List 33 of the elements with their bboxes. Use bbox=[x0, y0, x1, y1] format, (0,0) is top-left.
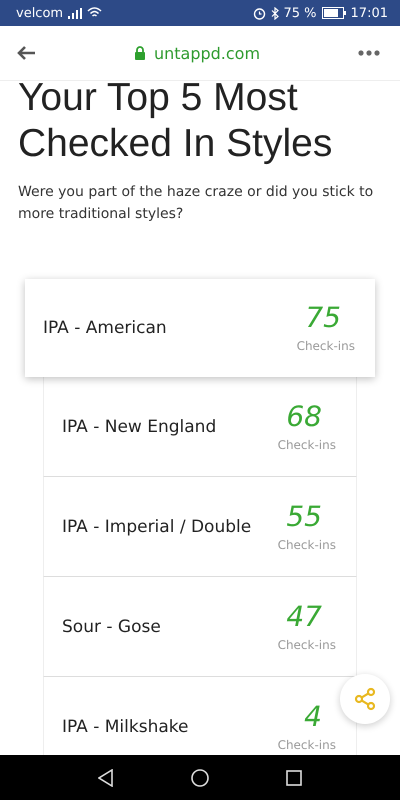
wifi-icon bbox=[87, 7, 102, 19]
style-name: IPA - Imperial / Double bbox=[62, 516, 252, 536]
battery-percent: 75 % bbox=[284, 6, 317, 20]
share-icon bbox=[353, 687, 377, 711]
carrier: velcom bbox=[16, 6, 64, 20]
style-name: Sour - Gose bbox=[62, 616, 161, 636]
clock: 17:01 bbox=[350, 6, 388, 20]
checkin-label: Check-ins bbox=[296, 339, 355, 353]
alarm-icon bbox=[252, 6, 266, 20]
checkin-label: Check-ins bbox=[278, 738, 336, 752]
checkin-count: 4 bbox=[304, 702, 323, 732]
back-arrow-icon[interactable] bbox=[16, 45, 36, 61]
checkin-label: Check-ins bbox=[278, 538, 336, 552]
checkin-label: Check-ins bbox=[278, 638, 336, 652]
checkin-count: 75 bbox=[305, 303, 342, 333]
lock-icon bbox=[134, 46, 146, 60]
signal-icon bbox=[68, 8, 82, 18]
more-icon[interactable] bbox=[358, 50, 380, 56]
checkin-label: Check-ins bbox=[278, 438, 336, 452]
checkin-count: 68 bbox=[286, 402, 323, 432]
battery-icon bbox=[322, 7, 346, 19]
style-name: IPA - New England bbox=[62, 416, 216, 436]
url-text[interactable]: untappd.com bbox=[154, 44, 260, 62]
back-icon[interactable] bbox=[98, 768, 114, 786]
recents-icon[interactable] bbox=[286, 770, 302, 786]
subtitle: Were you part of the haze craze or did you stick to more traditional styles? bbox=[17, 183, 374, 224]
page-heading: Your Top 5 Most Checked In Styles bbox=[17, 81, 334, 167]
checkin-count: 55 bbox=[286, 502, 323, 532]
style-name: IPA - Milkshake bbox=[62, 716, 188, 736]
checkin-count: 47 bbox=[286, 602, 323, 632]
bluetooth-icon bbox=[270, 6, 278, 20]
style-name: IPA - American bbox=[43, 318, 167, 338]
home-icon[interactable] bbox=[190, 768, 209, 786]
